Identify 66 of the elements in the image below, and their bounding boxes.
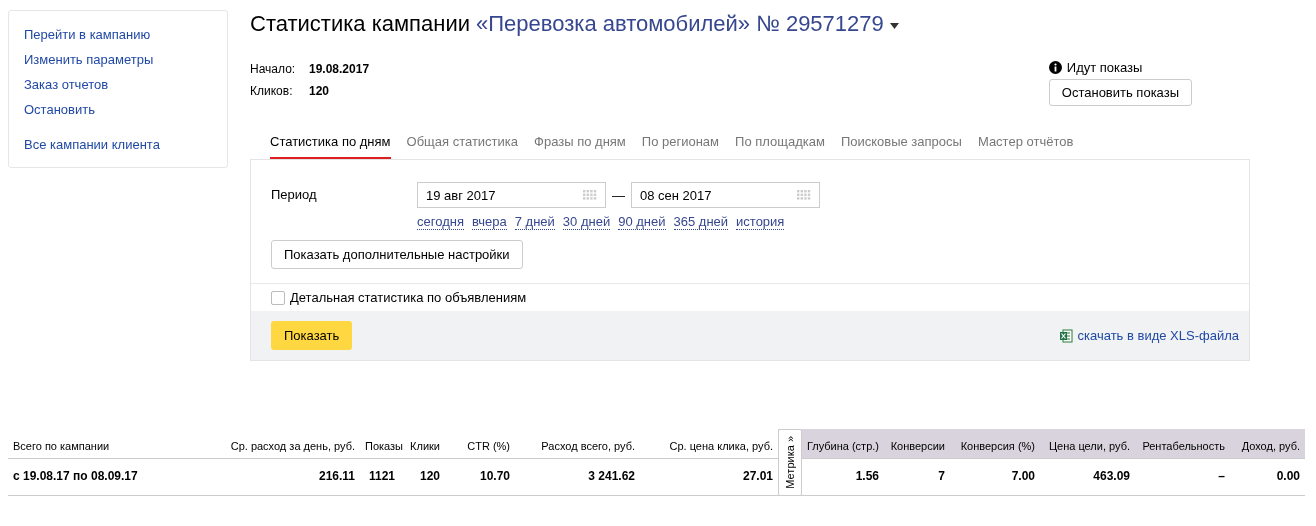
table-cell: 1121 <box>360 458 400 496</box>
page-title: Статистика кампании <box>250 10 470 38</box>
column-header: CTR (%) <box>445 429 515 459</box>
tab[interactable]: Статистика по дням <box>270 130 391 159</box>
table-cell: 0.00 <box>1230 458 1305 496</box>
tab[interactable]: Мастер отчётов <box>977 130 1074 159</box>
show-button[interactable]: Показать <box>271 321 353 350</box>
column-header: Клики <box>400 429 445 459</box>
column-header: Всего по кампании <box>8 429 190 459</box>
column-header: Расход всего, руб. <box>515 429 640 459</box>
table-cell: 463.09 <box>1040 458 1135 496</box>
column-header: Конверсия (%) <box>950 429 1040 459</box>
table-cell: – <box>1135 458 1230 496</box>
caret-icon[interactable] <box>889 23 899 29</box>
tab[interactable]: Общая статистика <box>406 130 519 159</box>
tab[interactable]: Фразы по дням <box>534 130 626 159</box>
metrika-toggle[interactable]: Метрика » <box>778 429 802 496</box>
download-link[interactable]: скачать в виде XLS-файла <box>1077 328 1239 343</box>
table-cell: 7.00 <box>950 458 1040 496</box>
spreadsheet-icon <box>1058 328 1073 343</box>
column-header: Конверсии <box>884 429 950 459</box>
period-preset-link[interactable]: 30 дней <box>562 214 611 230</box>
column-header: Ср. цена клика, руб. <box>640 429 778 459</box>
period-preset-link[interactable]: 90 дней <box>618 214 666 230</box>
calendar-icon[interactable] <box>583 190 597 200</box>
column-header: Показы <box>360 429 400 459</box>
table-cell: 120 <box>400 458 445 496</box>
period-preset-link[interactable]: история <box>736 214 785 230</box>
period-label: Период <box>271 186 318 204</box>
period-preset-link[interactable]: сегодня <box>417 214 464 230</box>
summary-value: 19.08.2017 <box>309 61 370 78</box>
table-cell: с 19.08.17 по 08.09.17 <box>8 458 190 496</box>
sidebar-link[interactable]: Перейти в кампанию <box>24 26 212 43</box>
table-cell: 3 241.62 <box>515 458 640 496</box>
period-preset-link[interactable]: 7 дней <box>514 214 555 230</box>
column-header: Цена цели, руб. <box>1040 429 1135 459</box>
tab[interactable]: По регионам <box>641 130 720 159</box>
more-settings-button[interactable]: Показать дополнительные настройки <box>271 240 523 269</box>
summary-label: Начало: <box>250 61 297 78</box>
checkbox-label: Детальная статистика по объявлениям <box>290 290 527 305</box>
column-header: Рентабельность <box>1135 429 1230 459</box>
date-field[interactable]: 19 авг 2017 <box>417 182 606 208</box>
date-field[interactable]: 08 сен 2017 <box>631 182 820 208</box>
column-header: Доход, руб. <box>1230 429 1305 459</box>
sidebar-link[interactable]: Все кампании клиента <box>24 136 212 153</box>
campaign-name[interactable]: «Перевозка автомобилей» № 29571279 <box>476 10 884 38</box>
table-cell: 10.70 <box>445 458 515 496</box>
summary-label: Кликов: <box>250 83 294 100</box>
table-cell: 27.01 <box>640 458 778 496</box>
date-separator: — <box>612 187 625 203</box>
column-header: Ср. расход за день, руб. <box>190 429 360 459</box>
tab[interactable]: По площадкам <box>735 130 825 159</box>
info-icon <box>1048 61 1062 74</box>
stop-button[interactable]: Остановить показы <box>1048 79 1192 106</box>
period-preset-link[interactable]: 365 дней <box>673 214 729 230</box>
sidebar-link[interactable]: Остановить <box>24 101 212 118</box>
table-cell: 7 <box>884 458 950 496</box>
table-cell: 216.11 <box>190 458 360 496</box>
sidebar-link[interactable]: Изменить параметры <box>24 51 212 68</box>
sidebar-link[interactable]: Заказ отчетов <box>24 76 212 93</box>
status-text: Идут показы <box>1066 60 1143 75</box>
calendar-icon[interactable] <box>797 190 811 200</box>
summary-value: 120 <box>309 83 330 100</box>
tab[interactable]: Поисковые запросы <box>840 130 962 159</box>
period-preset-link[interactable]: вчера <box>471 214 507 230</box>
checkbox[interactable] <box>271 290 285 305</box>
